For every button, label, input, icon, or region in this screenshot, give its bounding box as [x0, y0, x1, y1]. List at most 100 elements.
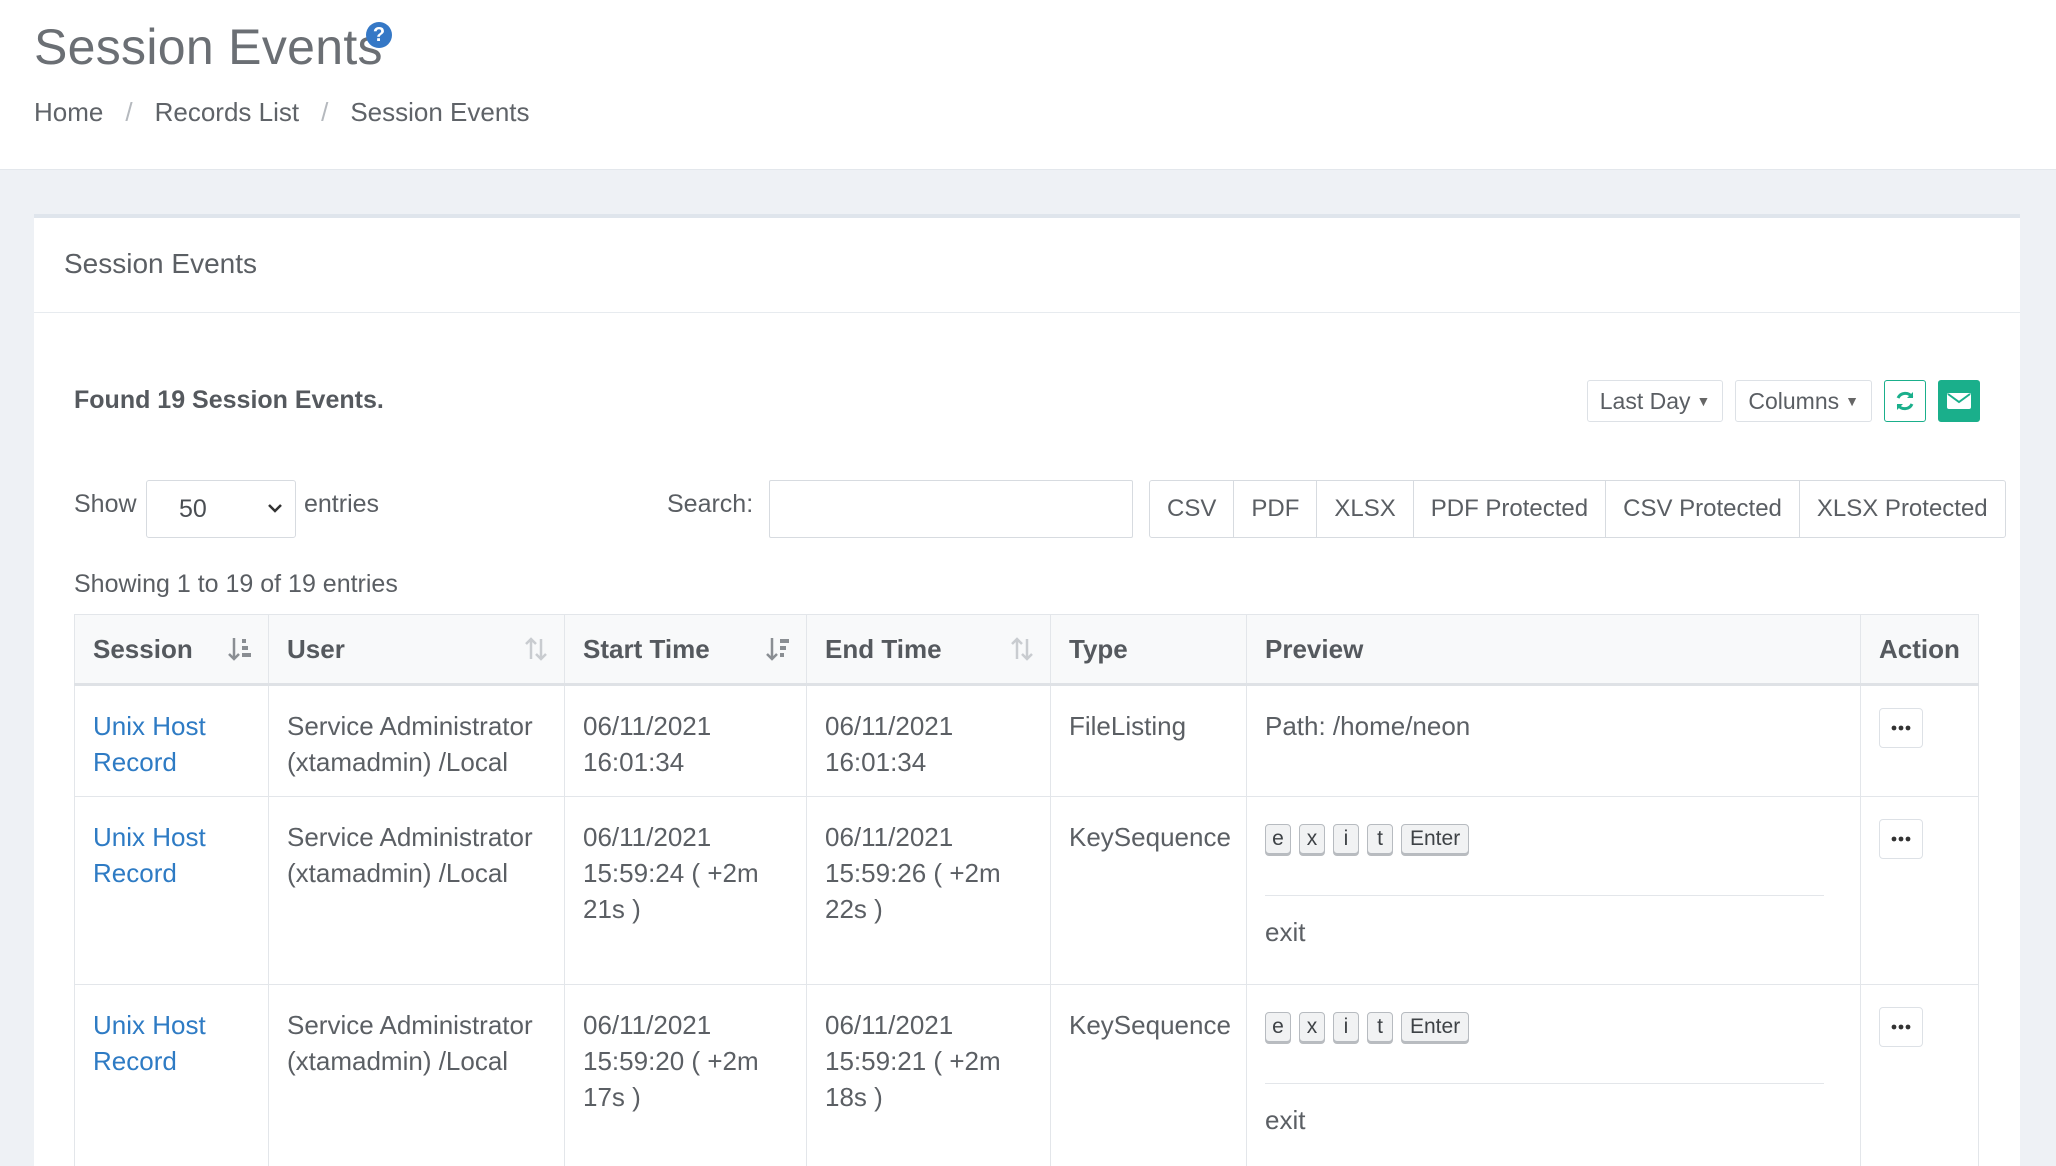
- range-dropdown-button[interactable]: Last Day ▼: [1586, 380, 1724, 422]
- row-action-button[interactable]: [1879, 1007, 1923, 1047]
- found-count-text: Found 19 Session Events.: [74, 386, 384, 414]
- session-cell: Unix Host Record: [74, 796, 269, 985]
- table-header-row: Session User Start Time End Time Type Pr…: [74, 614, 1979, 686]
- preview-text: exit: [1265, 917, 1306, 947]
- chevron-down-icon: [268, 504, 282, 513]
- action-cell: [1860, 796, 1979, 985]
- preview-cell: e x i t Enter exit: [1246, 796, 1861, 985]
- caret-down-icon: ▼: [1845, 393, 1859, 409]
- breadcrumb-records-list[interactable]: Records List: [155, 97, 300, 128]
- session-cell: Unix Host Record: [74, 984, 269, 1166]
- session-link[interactable]: Unix Host Record: [93, 822, 206, 888]
- session-link[interactable]: Unix Host Record: [93, 1010, 206, 1076]
- preview-divider: [1265, 895, 1824, 896]
- start-time-cell: 06/11/2021 16:01:34: [564, 684, 807, 797]
- export-csv-button[interactable]: CSV: [1150, 481, 1235, 537]
- column-header-type: Type: [1050, 614, 1247, 686]
- start-time-cell: 06/11/2021 15:59:20 ( +2m 17s ): [564, 984, 807, 1166]
- email-button[interactable]: [1938, 380, 1980, 422]
- sort-asc-icon: [228, 638, 251, 661]
- search-label: Search:: [667, 490, 754, 518]
- breadcrumb: Home / Records List / Session Events: [34, 97, 530, 128]
- export-pdf-button[interactable]: PDF: [1234, 481, 1318, 537]
- action-cell: [1860, 684, 1979, 797]
- range-dropdown-label: Last Day: [1599, 387, 1691, 414]
- table-row: Unix Host Record Service Administrator (…: [74, 984, 1979, 1166]
- breadcrumb-separator: /: [321, 97, 329, 127]
- export-pdf-protected-button[interactable]: PDF Protected: [1414, 481, 1607, 537]
- column-header-action: Action: [1860, 614, 1979, 686]
- page-title: Session Events: [34, 19, 383, 75]
- sort-both-icon: [1011, 637, 1033, 661]
- column-header-end-time[interactable]: End Time: [806, 614, 1051, 686]
- page-size-select[interactable]: 50: [146, 480, 296, 538]
- column-header-label: Start Time: [583, 633, 710, 664]
- key-badge: Enter: [1401, 1012, 1470, 1043]
- user-cell: Service Administrator (xtamadmin) /Local: [268, 984, 565, 1166]
- user-cell: Service Administrator (xtamadmin) /Local: [268, 796, 565, 985]
- key-badge: x: [1299, 824, 1325, 855]
- columns-dropdown-button[interactable]: Columns ▼: [1735, 380, 1872, 422]
- column-header-start-time[interactable]: Start Time: [564, 614, 807, 686]
- key-badge: e: [1265, 824, 1291, 855]
- breadcrumb-current: Session Events: [350, 97, 530, 127]
- table-info-text: Showing 1 to 19 of 19 entries: [74, 570, 398, 598]
- session-events-table: Session User Start Time End Time Type Pr…: [74, 614, 1979, 1166]
- column-header-session[interactable]: Session: [74, 614, 269, 686]
- action-cell: [1860, 984, 1979, 1166]
- type-cell: KeySequence: [1050, 796, 1247, 985]
- key-badge: t: [1367, 824, 1393, 855]
- preview-cell: e x i t Enter exit: [1246, 984, 1861, 1166]
- export-xlsx-protected-button[interactable]: XLSX Protected: [1800, 481, 2005, 537]
- start-time-cell: 06/11/2021 15:59:24 ( +2m 21s ): [564, 796, 807, 985]
- sort-desc-icon: [766, 638, 789, 661]
- user-cell: Service Administrator (xtamadmin) /Local: [268, 684, 565, 797]
- key-badge: e: [1265, 1012, 1291, 1043]
- end-time-cell: 06/11/2021 15:59:21 ( +2m 18s ): [806, 984, 1051, 1166]
- panel-title: Session Events: [64, 248, 257, 279]
- caret-down-icon: ▼: [1696, 393, 1711, 409]
- refresh-button[interactable]: [1884, 380, 1926, 422]
- refresh-icon: [1896, 391, 1914, 411]
- key-badge: i: [1333, 1012, 1359, 1043]
- key-sequence: e x i t Enter: [1265, 1007, 1842, 1043]
- row-action-button[interactable]: [1879, 708, 1923, 748]
- end-time-cell: 06/11/2021 15:59:26 ( +2m 22s ): [806, 796, 1051, 985]
- column-header-label: User: [287, 633, 345, 664]
- column-header-label: Session: [93, 633, 193, 664]
- key-badge: t: [1367, 1012, 1393, 1043]
- preview-text: exit: [1265, 1105, 1306, 1135]
- export-csv-protected-button[interactable]: CSV Protected: [1606, 481, 1800, 537]
- search-input[interactable]: [769, 480, 1133, 538]
- type-cell: FileListing: [1050, 684, 1247, 797]
- key-badge: i: [1333, 824, 1359, 855]
- table-row: Unix Host Record Service Administrator (…: [74, 796, 1979, 985]
- breadcrumb-separator: /: [125, 97, 133, 127]
- end-time-cell: 06/11/2021 16:01:34: [806, 684, 1051, 797]
- panel-divider: [34, 312, 2020, 313]
- entries-label: entries: [304, 490, 380, 518]
- page-size-value: 50: [179, 494, 207, 523]
- ellipsis-icon: [1891, 836, 1911, 842]
- preview-cell: Path: /home/neon: [1246, 684, 1861, 797]
- row-action-button[interactable]: [1879, 819, 1923, 859]
- export-xlsx-button[interactable]: XLSX: [1317, 481, 1414, 537]
- page-header: Session Events ? Home / Records List / S…: [0, 0, 2056, 170]
- column-header-user[interactable]: User: [268, 614, 565, 686]
- column-header-label: End Time: [825, 633, 942, 664]
- preview-divider: [1265, 1083, 1824, 1084]
- export-button-group: CSV PDF XLSX PDF Protected CSV Protected…: [1149, 480, 2006, 538]
- session-cell: Unix Host Record: [74, 684, 269, 797]
- session-link[interactable]: Unix Host Record: [93, 711, 206, 777]
- column-header-preview: Preview: [1246, 614, 1861, 686]
- key-badge: Enter: [1401, 824, 1470, 855]
- key-badge: x: [1299, 1012, 1325, 1043]
- panel-toolbar: Last Day ▼ Columns ▼: [1586, 380, 1980, 422]
- session-events-panel: Session Events Found 19 Session Events. …: [34, 214, 2020, 1166]
- breadcrumb-home[interactable]: Home: [34, 97, 103, 128]
- ellipsis-icon: [1891, 1024, 1911, 1030]
- type-cell: KeySequence: [1050, 984, 1247, 1166]
- table-row: Unix Host Record Service Administrator (…: [74, 684, 1979, 797]
- question-circle-icon[interactable]: ?: [366, 22, 392, 48]
- ellipsis-icon: [1891, 725, 1911, 731]
